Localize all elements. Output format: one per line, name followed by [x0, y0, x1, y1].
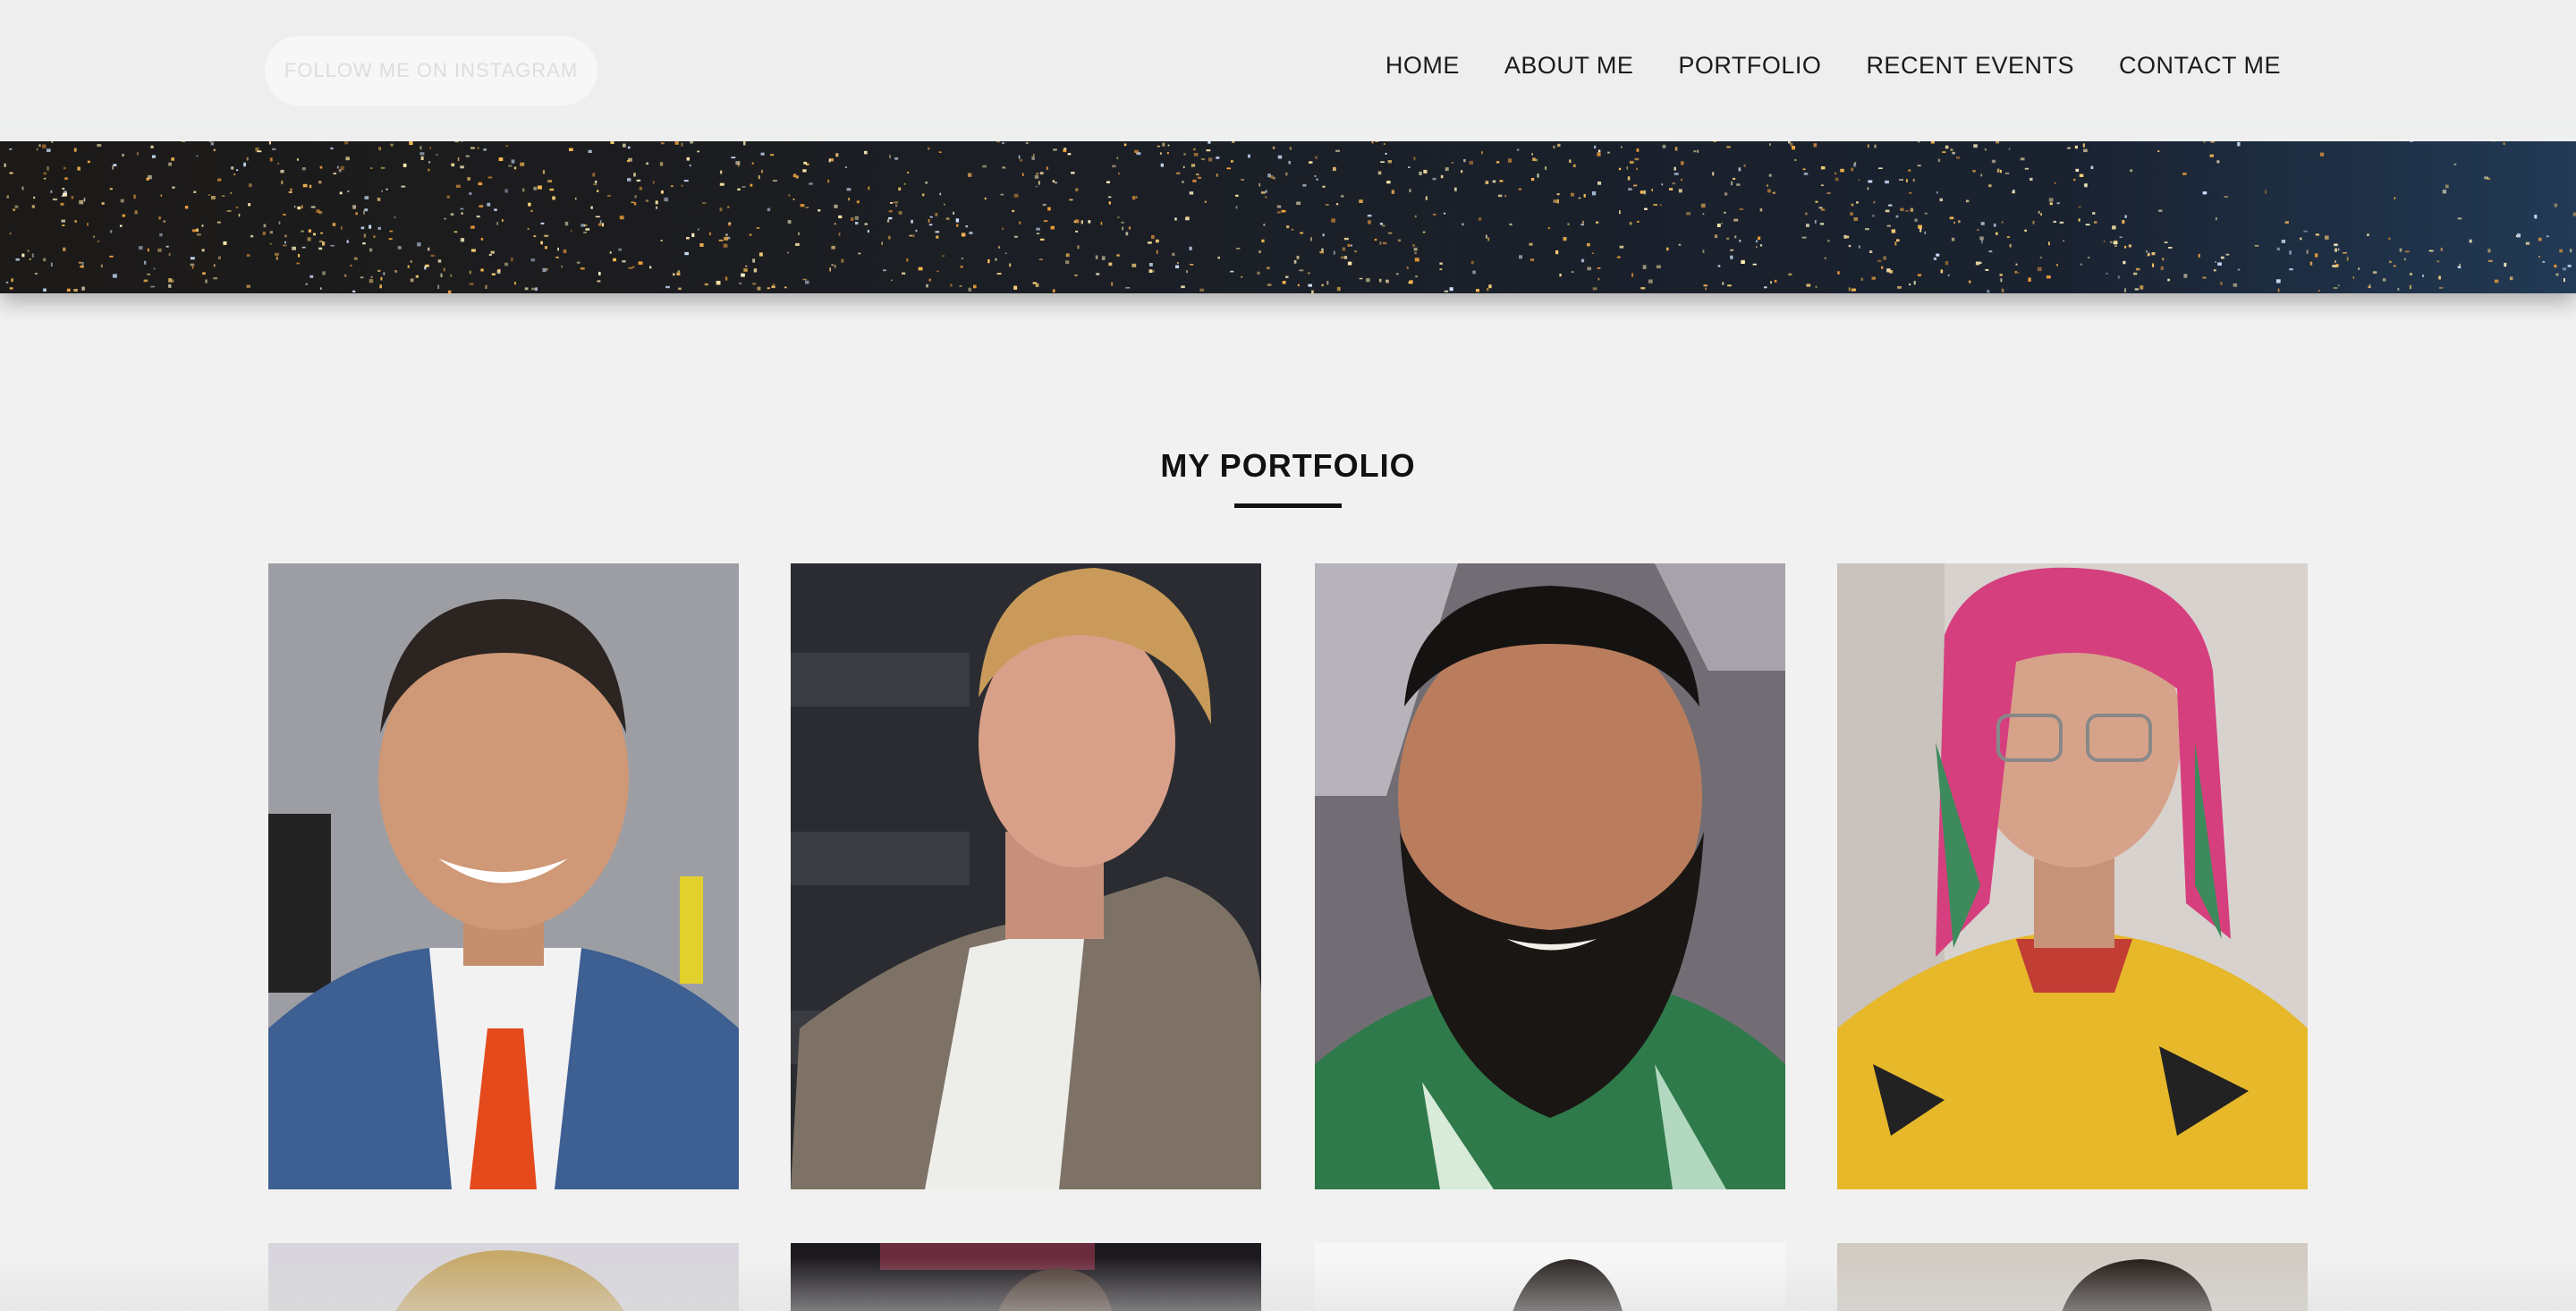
- nav-link-portfolio[interactable]: PORTFOLIO: [1678, 52, 1821, 80]
- portfolio-photo-5[interactable]: [268, 1243, 739, 1311]
- main-nav: HOME ABOUT ME PORTFOLIO RECENT EVENTS CO…: [1385, 52, 2281, 80]
- portfolio-photo-6[interactable]: [791, 1243, 1261, 1311]
- follow-instagram-button[interactable]: FOLLOW ME ON INSTAGRAM: [265, 36, 597, 106]
- page: FOLLOW ME ON INSTAGRAM HOME ABOUT ME POR…: [0, 0, 2576, 1311]
- portfolio-photo-3[interactable]: [1315, 563, 1785, 1189]
- portfolio-photo-2[interactable]: [791, 563, 1261, 1189]
- portrait-photo-icon: [1315, 1243, 1785, 1311]
- portfolio-title: MY PORTFOLIO: [1160, 447, 1416, 484]
- portrait-photo-icon: [791, 563, 1261, 1189]
- portfolio-photo-7[interactable]: [1315, 1243, 1785, 1311]
- nav-link-about-me[interactable]: ABOUT ME: [1504, 52, 1634, 80]
- portrait-photo-icon: [1837, 563, 2308, 1189]
- nav-link-recent-events[interactable]: RECENT EVENTS: [1866, 52, 2074, 80]
- portrait-photo-icon: [268, 1243, 739, 1311]
- portrait-photo-icon: [791, 1243, 1261, 1311]
- title-underline: [1234, 503, 1342, 508]
- top-navbar: FOLLOW ME ON INSTAGRAM HOME ABOUT ME POR…: [0, 0, 2576, 141]
- portfolio-photo-8[interactable]: [1837, 1243, 2308, 1311]
- portrait-photo-icon: [1315, 563, 1785, 1189]
- portfolio-photo-1[interactable]: [268, 563, 739, 1189]
- portrait-photo-icon: [268, 563, 739, 1189]
- nav-link-contact-me[interactable]: CONTACT ME: [2119, 52, 2281, 80]
- nav-link-home[interactable]: HOME: [1385, 52, 1460, 80]
- portfolio-photo-4[interactable]: [1837, 563, 2308, 1189]
- portrait-photo-icon: [1837, 1243, 2308, 1311]
